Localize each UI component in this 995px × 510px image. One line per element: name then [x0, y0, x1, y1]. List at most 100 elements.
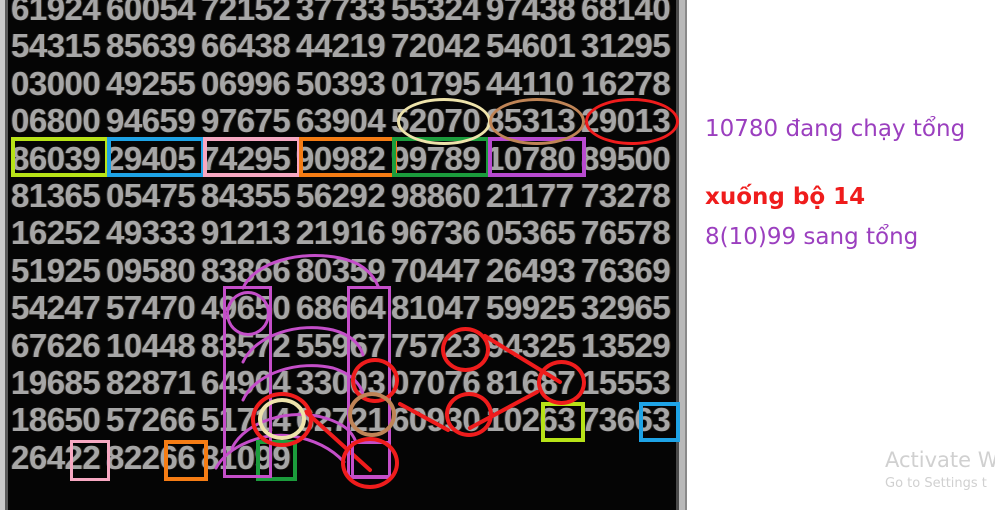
number-cell: 54315 — [11, 27, 101, 65]
number-cell: 90982 — [296, 139, 386, 177]
number-cell: 81365 — [11, 176, 101, 214]
note-line-3: 8(10)99 sang tổng — [705, 224, 919, 250]
number-cell: 51925 — [11, 251, 101, 289]
number-cell: 54601 — [486, 27, 576, 65]
number-cell: 44219 — [296, 27, 386, 65]
number-cell: 13529 — [581, 326, 671, 364]
number-cell: 57470 — [106, 289, 196, 327]
number-cell: 81687 — [486, 363, 576, 401]
watermark-subtitle: Go to Settings t — [885, 476, 987, 491]
number-cell: 83572 — [201, 326, 291, 364]
number-row: 67626 10448 83572 55967 75723 94325 13529 — [11, 327, 676, 364]
number-cell: 29405 — [106, 139, 196, 177]
number-cell: 98860 — [391, 176, 481, 214]
number-grid-panel[interactable]: 61924 60054 72152 37733 55324 97438 68140 54315… — [0, 0, 687, 510]
number-cell: 96736 — [391, 214, 481, 252]
number-cell: 55967 — [296, 326, 386, 364]
number-row: 86039 29405 74295 90982 99789 10780 89500 — [11, 140, 676, 177]
number-cell: 94659 — [106, 102, 196, 140]
number-row: 03000 49255 06996 50393 01795 44110 16278 — [11, 65, 676, 102]
number-cell: 89500 — [581, 139, 671, 177]
number-cell: 49650 — [201, 289, 291, 327]
number-row: 26422 82266 81099 — [11, 439, 676, 476]
number-cell: 67626 — [11, 326, 101, 364]
number-cell: 18650 — [11, 401, 101, 439]
number-cell: 54247 — [11, 289, 101, 327]
number-cell: 49255 — [106, 64, 196, 102]
number-cell: 91213 — [201, 214, 291, 252]
number-row: 61924 60054 72152 37733 55324 97438 68140 — [11, 0, 676, 27]
number-cell: 44110 — [486, 64, 574, 102]
number-cell: 60054 — [106, 0, 196, 27]
number-row: 18650 57266 51714 62721 60930 10263 73663 — [11, 401, 676, 438]
number-cell: 10263 — [486, 401, 576, 439]
number-cell: 81099 — [201, 438, 291, 476]
number-row: 51925 09580 83866 80359 70447 26493 76369 — [11, 252, 676, 289]
number-cell: 63904 — [296, 102, 386, 140]
number-row: 06800 94659 97675 63904 52070 85313 29013 — [11, 102, 676, 139]
number-cell: 64904 — [201, 363, 291, 401]
number-cell: 81047 — [391, 289, 481, 327]
notes-panel: 10780 đang chạy tổng xuống bộ 14 8(10)99… — [703, 0, 995, 510]
number-cell: 82266 — [106, 438, 196, 476]
number-rows-container: 61924 60054 72152 37733 55324 97438 68140 54315… — [11, 0, 676, 476]
number-cell: 57266 — [106, 401, 196, 439]
number-cell: 75723 — [391, 326, 481, 364]
number-cell: 51714 — [201, 401, 291, 439]
number-cell: 76578 — [581, 214, 671, 252]
number-cell: 61924 — [11, 0, 101, 27]
number-cell: 37733 — [296, 0, 386, 27]
number-cell: 50393 — [296, 64, 386, 102]
number-cell: 99789 — [391, 139, 481, 177]
number-cell: 85639 — [106, 27, 196, 65]
number-cell: 94325 — [486, 326, 576, 364]
number-cell: 56292 — [296, 176, 386, 214]
number-cell: 84355 — [201, 176, 291, 214]
watermark-title: Activate Win — [885, 448, 995, 472]
number-cell: 03000 — [11, 64, 101, 102]
number-cell: 66438 — [201, 27, 291, 65]
number-cell: 74295 — [201, 139, 291, 177]
number-row: 19685 82871 64904 33003 07076 81687 15553 — [11, 364, 676, 401]
number-cell: 73278 — [581, 176, 671, 214]
number-row: 54247 57470 49650 68664 81047 59925 32965 — [11, 289, 676, 326]
note-line-1: 10780 đang chạy tổng — [705, 116, 966, 142]
number-cell: 32965 — [581, 289, 671, 327]
number-cell: 26422 — [11, 438, 101, 476]
number-cell: 01795 — [391, 64, 481, 102]
number-cell: 21177 — [486, 176, 574, 214]
number-cell: 19685 — [11, 363, 101, 401]
number-cell: 33003 — [296, 363, 386, 401]
number-cell: 68664 — [296, 289, 386, 327]
number-cell: 05475 — [106, 176, 196, 214]
number-cell: 31295 — [581, 27, 671, 65]
number-cell: 72152 — [201, 0, 291, 27]
panel-left-scrollbar-edge[interactable] — [0, 0, 8, 510]
number-cell: 52070 — [391, 102, 481, 140]
number-cell: 97675 — [201, 102, 291, 140]
number-cell: 62721 — [296, 401, 386, 439]
number-cell: 29013 — [581, 102, 671, 140]
number-cell: 60930 — [391, 401, 481, 439]
number-cell: 10448 — [106, 326, 196, 364]
number-cell: 10780 — [486, 139, 576, 177]
number-cell: 05365 — [486, 214, 576, 252]
windows-activation-watermark: Activate Win Go to Settings t — [885, 448, 995, 491]
number-cell: 06996 — [201, 64, 291, 102]
number-cell: 86039 — [11, 139, 101, 177]
number-cell: 73663 — [581, 401, 671, 439]
number-row: 81365 05475 84355 56292 98860 21177 73278 — [11, 177, 676, 214]
panel-right-scrollbar-edge[interactable] — [676, 0, 687, 510]
number-cell: 26493 — [486, 251, 576, 289]
number-cell: 83866 — [201, 251, 291, 289]
number-cell: 80359 — [296, 251, 386, 289]
number-cell: 07076 — [391, 363, 481, 401]
number-cell: 49333 — [106, 214, 196, 252]
number-cell: 70447 — [391, 251, 481, 289]
number-cell: 15553 — [581, 363, 671, 401]
number-cell: 09580 — [106, 251, 196, 289]
number-cell: 21916 — [296, 214, 386, 252]
number-cell: 55324 — [391, 0, 481, 27]
number-cell: 72042 — [391, 27, 481, 65]
number-cell: 16278 — [581, 64, 671, 102]
